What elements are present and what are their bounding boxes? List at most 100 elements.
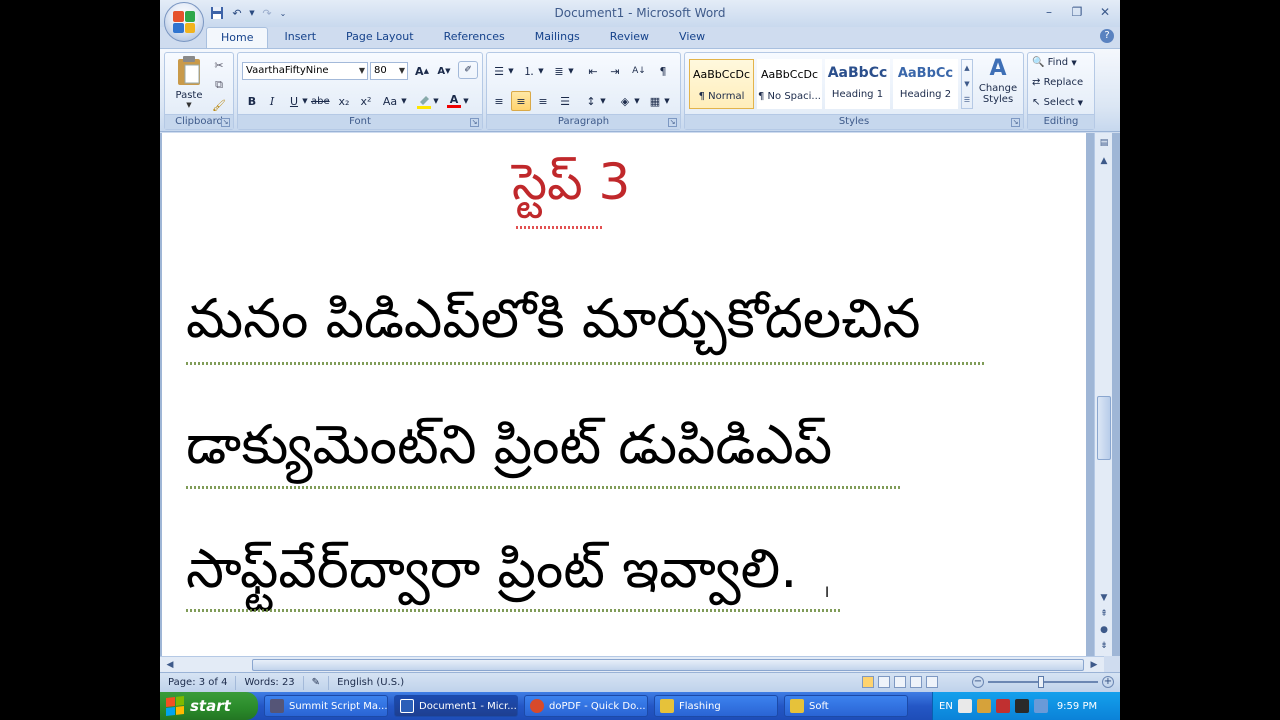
- vertical-scrollbar[interactable]: ▤ ▲ ▼ ⇞ ● ⇟: [1094, 133, 1112, 656]
- italic-button[interactable]: I: [262, 91, 282, 111]
- bullets-icon[interactable]: ☰: [489, 61, 509, 81]
- numbering-dropdown-icon[interactable]: ▼: [537, 61, 545, 81]
- numbering-icon[interactable]: ⒈: [519, 61, 539, 81]
- justify-icon[interactable]: ☰: [555, 91, 575, 111]
- scroll-up-icon[interactable]: ▲: [1096, 153, 1112, 169]
- clear-formatting-icon[interactable]: ✐: [458, 61, 478, 79]
- multilevel-dropdown-icon[interactable]: ▼: [567, 61, 575, 81]
- highlight-icon[interactable]: [414, 91, 434, 111]
- bold-button[interactable]: B: [242, 91, 262, 111]
- task-dopdf[interactable]: doPDF - Quick Do...: [524, 695, 648, 717]
- find-button[interactable]: 🔍 Find ▼: [1032, 57, 1077, 68]
- next-page-icon[interactable]: ⇟: [1096, 638, 1112, 654]
- document-page[interactable]: స్టెప్ 3 మనం పిడిఎప్‌లోకి మార్చుకోదలచిన …: [162, 133, 1086, 656]
- replace-button[interactable]: ⇄ Replace: [1032, 77, 1083, 88]
- superscript-button[interactable]: x²: [356, 91, 376, 111]
- paragraph-launcher-icon[interactable]: ↘: [668, 118, 677, 127]
- help-icon[interactable]: ?: [1100, 29, 1114, 43]
- minimize-icon[interactable]: –: [1038, 3, 1060, 21]
- style-heading-1[interactable]: AaBbCc Heading 1: [825, 59, 890, 109]
- line-spacing-dropdown-icon[interactable]: ▼: [599, 91, 607, 111]
- font-color-icon[interactable]: A: [444, 91, 464, 111]
- web-layout-icon[interactable]: [894, 676, 906, 688]
- browse-object-icon[interactable]: ●: [1096, 622, 1112, 638]
- decrease-indent-icon[interactable]: ⇤: [583, 61, 603, 81]
- security-icon[interactable]: [1014, 699, 1029, 713]
- task-soft-folder[interactable]: Soft: [784, 695, 908, 717]
- clock[interactable]: 9:59 PM: [1057, 701, 1097, 712]
- task-flashing-folder[interactable]: Flashing: [654, 695, 778, 717]
- cut-icon[interactable]: ✂: [209, 55, 229, 75]
- office-button[interactable]: [164, 2, 204, 42]
- tab-review[interactable]: Review: [596, 27, 663, 48]
- print-layout-icon[interactable]: [862, 676, 874, 688]
- style-no-spacing[interactable]: AaBbCcDc ¶ No Spaci...: [757, 59, 822, 109]
- style-heading-2[interactable]: AaBbCc Heading 2: [893, 59, 958, 109]
- font-launcher-icon[interactable]: ↘: [470, 118, 479, 127]
- previous-page-icon[interactable]: ⇞: [1096, 606, 1112, 622]
- font-name-combo[interactable]: VaarthaFiftyNine ▼: [242, 62, 368, 80]
- align-center-icon[interactable]: ≡: [511, 91, 531, 111]
- outline-icon[interactable]: [910, 676, 922, 688]
- align-right-icon[interactable]: ≡: [533, 91, 553, 111]
- tab-page-layout[interactable]: Page Layout: [332, 27, 428, 48]
- change-case-button[interactable]: Aa: [380, 91, 400, 111]
- vertical-scroll-thumb[interactable]: [1097, 396, 1111, 460]
- shrink-font-icon[interactable]: A ▼: [434, 61, 454, 81]
- tab-insert[interactable]: Insert: [270, 27, 330, 48]
- scroll-down-icon[interactable]: ▼: [1096, 590, 1112, 606]
- grow-font-icon[interactable]: A ▲: [412, 61, 432, 81]
- font-color-dropdown-icon[interactable]: ▼: [462, 91, 470, 111]
- task-word-document[interactable]: Document1 - Micr...: [394, 695, 518, 717]
- styles-launcher-icon[interactable]: ↘: [1011, 118, 1020, 127]
- select-button[interactable]: ↖ Select ▼: [1032, 97, 1083, 108]
- borders-icon[interactable]: ▦: [645, 91, 665, 111]
- tab-references[interactable]: References: [430, 27, 519, 48]
- scroll-left-icon[interactable]: ◀: [162, 657, 178, 673]
- scroll-right-icon[interactable]: ▶: [1086, 657, 1102, 673]
- page-count[interactable]: Page: 3 of 4: [160, 675, 237, 690]
- show-formatting-icon[interactable]: ¶: [653, 61, 673, 81]
- volume-icon[interactable]: [1033, 699, 1048, 713]
- horizontal-scrollbar[interactable]: ◀ ▶: [160, 656, 1104, 672]
- document-line-1[interactable]: మనం పిడిఎప్‌లోకి మార్చుకోదలచిన: [186, 287, 921, 364]
- antivirus-icon[interactable]: [995, 699, 1010, 713]
- tab-view[interactable]: View: [665, 27, 719, 48]
- increase-indent-icon[interactable]: ⇥: [605, 61, 625, 81]
- clipboard-launcher-icon[interactable]: ↘: [221, 118, 230, 127]
- tab-home[interactable]: Home: [206, 27, 269, 48]
- sort-icon[interactable]: A↓: [629, 61, 649, 81]
- document-heading[interactable]: స్టెప్ 3: [512, 153, 630, 224]
- task-summit-script[interactable]: Summit Script Ma...: [264, 695, 388, 717]
- copy-icon[interactable]: ⧉: [209, 75, 229, 95]
- borders-dropdown-icon[interactable]: ▼: [663, 91, 671, 111]
- format-painter-icon[interactable]: 🖌: [209, 95, 229, 115]
- start-button[interactable]: start: [160, 692, 258, 720]
- underline-dropdown-icon[interactable]: ▼: [301, 91, 309, 111]
- proofing-icon[interactable]: ✎: [304, 675, 330, 690]
- line-spacing-icon[interactable]: ↕: [581, 91, 601, 111]
- bullets-dropdown-icon[interactable]: ▼: [507, 61, 515, 81]
- language[interactable]: English (U.S.): [329, 676, 412, 690]
- word-count[interactable]: Words: 23: [236, 675, 304, 690]
- zoom-out-icon[interactable]: −: [972, 676, 984, 688]
- zoom-slider[interactable]: [988, 676, 1098, 688]
- tab-mailings[interactable]: Mailings: [521, 27, 594, 48]
- keyboard-icon[interactable]: [957, 699, 972, 713]
- styles-scroll[interactable]: ▲ ▼ ☰: [961, 59, 973, 109]
- change-styles-button[interactable]: A Change Styles: [975, 55, 1021, 113]
- horizontal-scroll-thumb[interactable]: [252, 659, 1084, 671]
- subscript-button[interactable]: x₂: [334, 91, 354, 111]
- zoom-in-icon[interactable]: +: [1102, 676, 1114, 688]
- ruler-toggle-icon[interactable]: ▤: [1096, 135, 1112, 151]
- change-case-dropdown-icon[interactable]: ▼: [400, 91, 408, 111]
- highlight-dropdown-icon[interactable]: ▼: [432, 91, 440, 111]
- style-normal[interactable]: AaBbCcDc ¶ Normal: [689, 59, 754, 109]
- document-line-2[interactable]: డాక్యుమెంట్‌ని ప్రింట్ డుపిడిఎప్: [186, 413, 832, 490]
- network-icon[interactable]: [976, 699, 991, 713]
- multilevel-list-icon[interactable]: ≣: [549, 61, 569, 81]
- paste-button[interactable]: Paste ▼: [171, 55, 207, 111]
- strikethrough-button[interactable]: abe: [310, 91, 331, 111]
- close-icon[interactable]: ✕: [1094, 3, 1116, 21]
- shading-icon[interactable]: ◈: [615, 91, 635, 111]
